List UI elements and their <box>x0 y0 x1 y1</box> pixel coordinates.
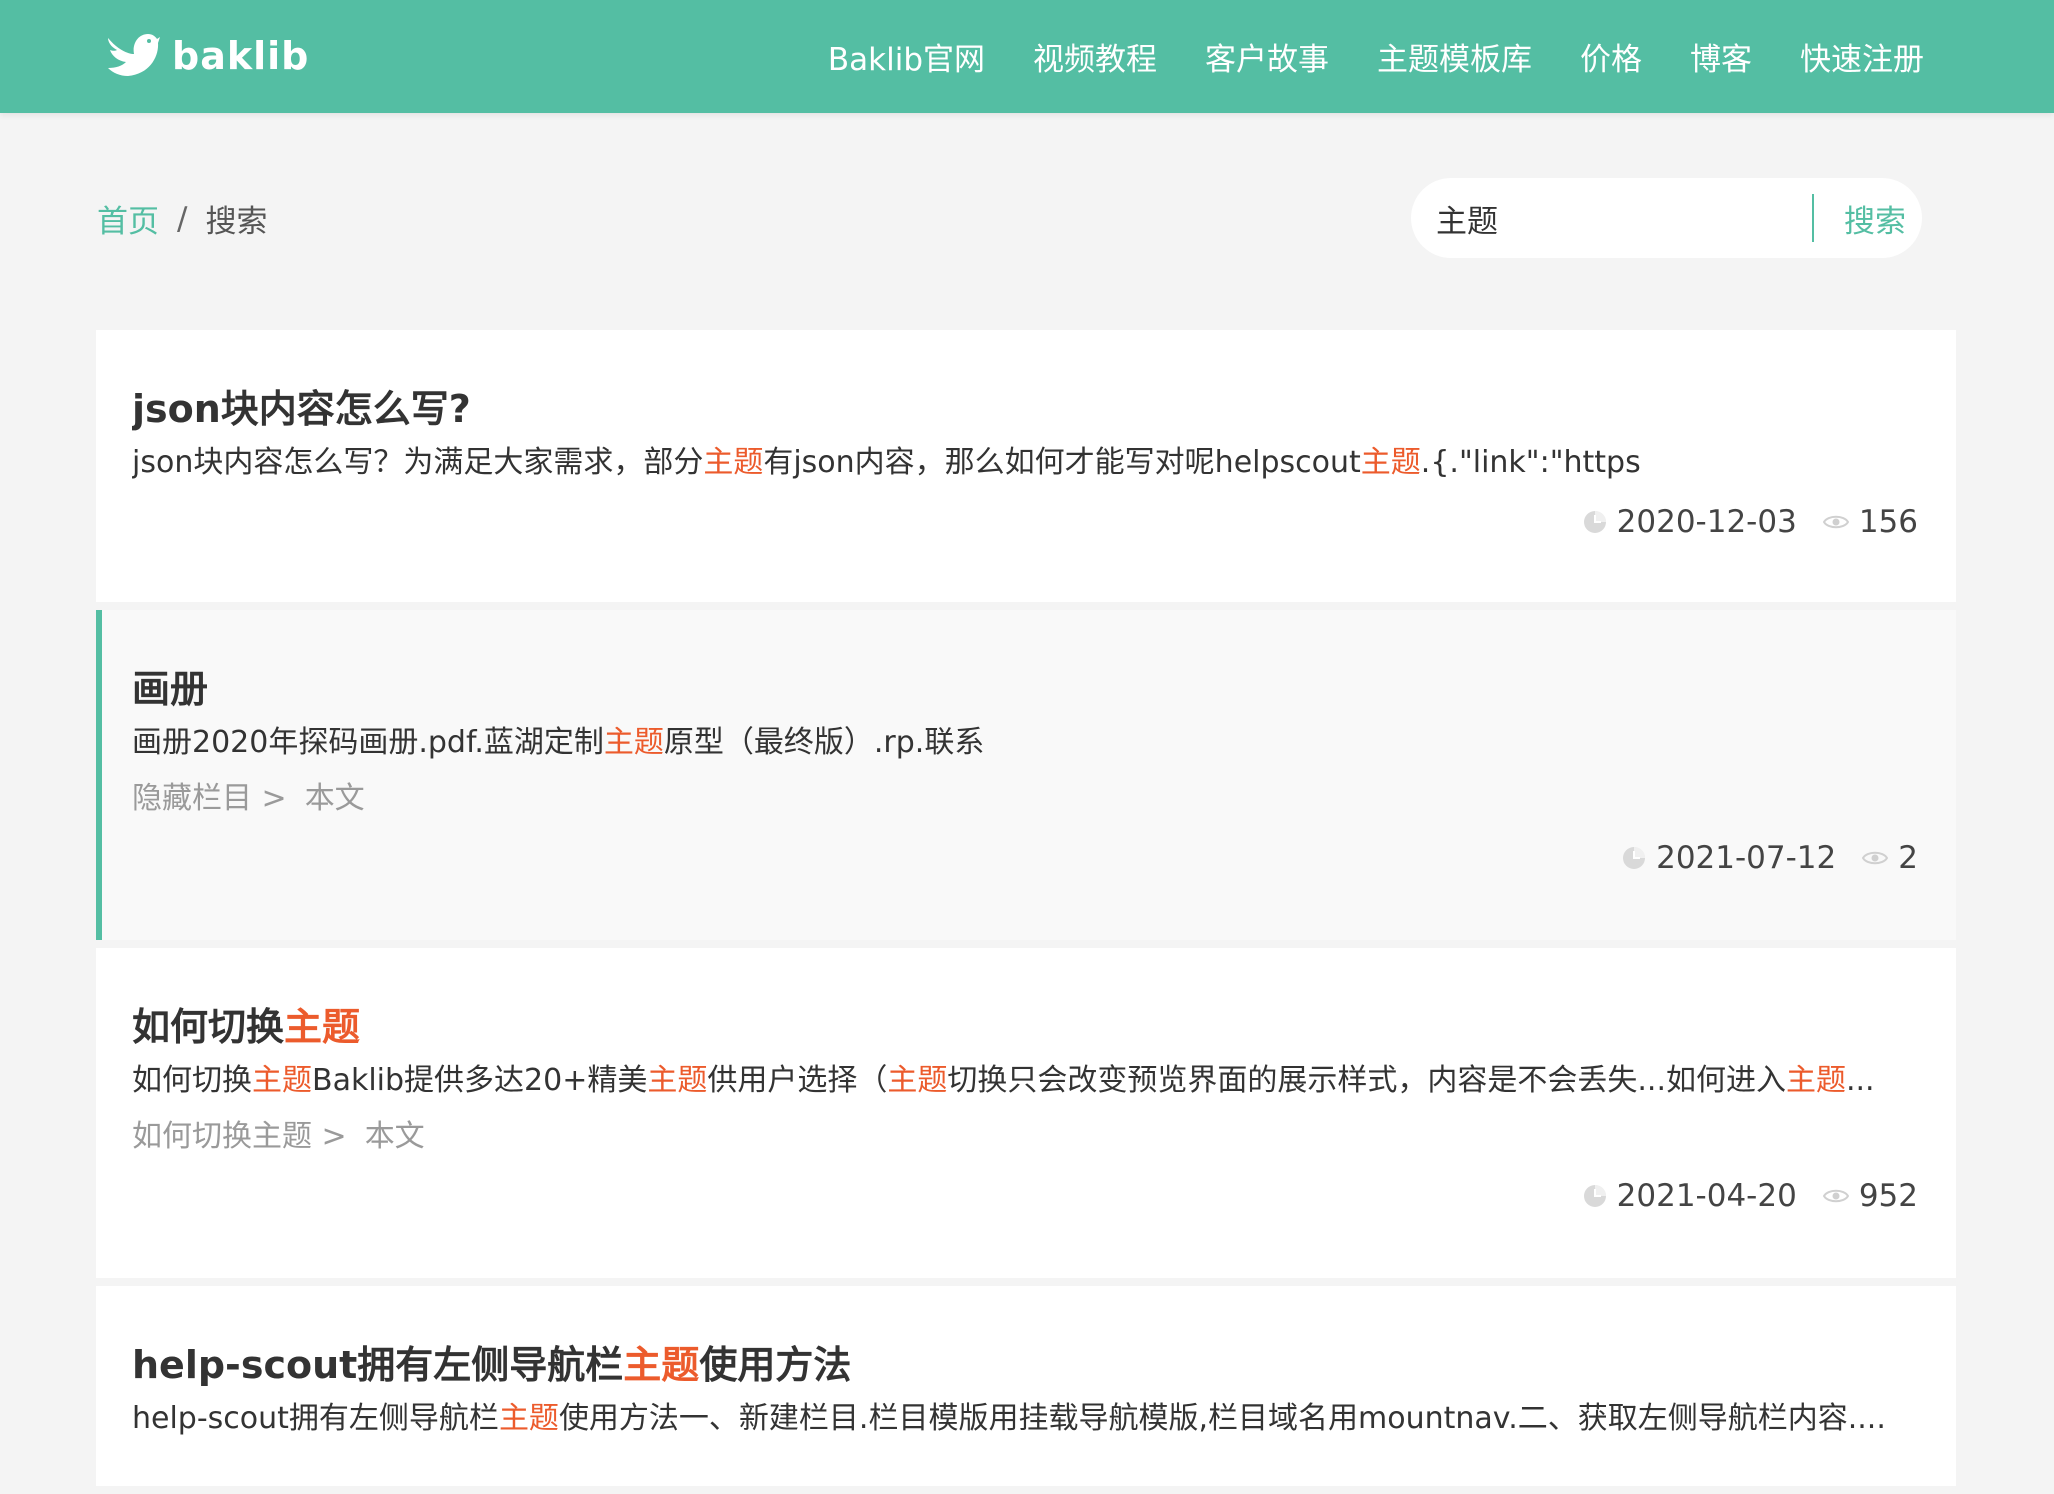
clock-icon <box>1622 846 1646 870</box>
result-excerpt: json块内容怎么写？为满足大家需求，部分主题有json内容，那么如何才能写对呢… <box>132 442 1918 484</box>
nav-item-video-tutorials[interactable]: 视频教程 <box>1033 34 1157 79</box>
result-views: 952 <box>1822 1178 1918 1214</box>
search-result-card[interactable]: help-scout拥有左侧导航栏主题使用方法 help-scout拥有左侧导航栏… <box>96 1286 1956 1486</box>
result-views-count: 156 <box>1858 504 1918 540</box>
result-title[interactable]: 如何切换主题 <box>132 948 1918 1056</box>
result-excerpt-text: 供用户选择（ <box>707 1063 888 1098</box>
highlighted-keyword: 主题 <box>603 725 664 760</box>
nav-item-customer-stories[interactable]: 客户故事 <box>1205 34 1329 79</box>
result-path: 如何切换主题 > 本文 <box>132 1116 1918 1158</box>
result-title-text: json块内容怎么写? <box>132 387 471 431</box>
result-title-text: 如何切换 <box>132 1005 285 1049</box>
result-views-count: 2 <box>1898 840 1918 876</box>
result-excerpt: help-scout拥有左侧导航栏主题使用方法一、新建栏目.栏目模版用挂载导航模… <box>132 1398 1918 1440</box>
result-excerpt-text: .{."link":"https <box>1420 445 1641 480</box>
result-excerpt-text: 使用方法一、新建栏目.栏目模版用挂载导航模版,栏目域名用mountnav.二、获… <box>558 1401 1886 1436</box>
main-nav: Baklib官网 视频教程 客户故事 主题模板库 价格 博客 快速注册 <box>828 0 1924 113</box>
result-date-text: 2021-07-12 <box>1656 840 1837 876</box>
breadcrumb-current: 搜索 <box>205 204 268 240</box>
nav-item-blog[interactable]: 博客 <box>1690 34 1752 79</box>
result-views: 156 <box>1822 504 1918 540</box>
result-title[interactable]: help-scout拥有左侧导航栏主题使用方法 <box>132 1286 1918 1394</box>
bird-logo-icon <box>104 28 160 84</box>
result-meta: 2021-04-20 952 <box>132 1168 1918 1224</box>
breadcrumb-separator: / <box>177 200 188 237</box>
result-date: 2021-04-20 <box>1583 1178 1797 1214</box>
result-meta: 2020-12-03 156 <box>132 494 1918 550</box>
highlighted-keyword: 主题 <box>1360 445 1421 480</box>
result-path: 隐藏栏目 > 本文 <box>132 778 1918 820</box>
nav-item-pricing[interactable]: 价格 <box>1580 34 1642 79</box>
result-excerpt-text: json块内容怎么写？为满足大家需求，部分 <box>132 445 704 480</box>
baklib-logo[interactable]: baklib <box>104 26 309 86</box>
highlighted-keyword: 主题 <box>623 1343 700 1387</box>
result-title[interactable]: json块内容怎么写? <box>132 330 1918 438</box>
highlighted-keyword: 主题 <box>498 1401 559 1436</box>
search-result-card[interactable]: json块内容怎么写? json块内容怎么写？为满足大家需求，部分主题有json内… <box>96 330 1956 602</box>
highlighted-keyword: 主题 <box>887 1063 948 1098</box>
result-excerpt-text: 切换只会改变预览界面的展示样式，内容是不会丢失...如何进入 <box>947 1063 1786 1098</box>
result-date: 2021-07-12 <box>1622 840 1836 876</box>
search-results-list: json块内容怎么写? json块内容怎么写？为满足大家需求，部分主题有json内… <box>96 330 1956 1494</box>
result-date-text: 2021-04-20 <box>1616 1178 1797 1214</box>
logo-text: baklib <box>172 34 310 78</box>
result-path-page[interactable]: 本文 <box>305 778 365 820</box>
result-title-text: help-scout拥有左侧导航栏 <box>132 1343 624 1387</box>
result-meta: 2021-07-12 2 <box>132 830 1918 886</box>
breadcrumb-home-link[interactable]: 首页 <box>97 196 159 241</box>
search-result-card[interactable]: 画册 画册2020年探码画册.pdf.蓝湖定制主题原型（最终版）.rp.联系 隐藏栏… <box>96 610 1956 940</box>
result-excerpt-text: Baklib提供多达20+精美 <box>312 1063 648 1098</box>
highlighted-keyword: 主题 <box>647 1063 708 1098</box>
highlighted-keyword: 主题 <box>1785 1063 1846 1098</box>
result-views-count: 952 <box>1858 1178 1918 1214</box>
result-excerpt: 画册2020年探码画册.pdf.蓝湖定制主题原型（最终版）.rp.联系 <box>132 722 1918 764</box>
result-excerpt-text: ... <box>1845 1063 1875 1098</box>
clock-icon <box>1583 1184 1607 1208</box>
result-path-parent[interactable]: 隐藏栏目 > <box>132 778 287 820</box>
nav-item-baklib-site[interactable]: Baklib官网 <box>828 34 985 79</box>
search-result-card[interactable]: 如何切换主题 如何切换主题Baklib提供多达20+精美主题供用户选择（主题切换只… <box>96 948 1956 1278</box>
result-path-parent[interactable]: 如何切换主题 > <box>132 1116 347 1158</box>
breadcrumb: 首页 / 搜索 <box>97 196 267 241</box>
search-button[interactable]: 搜索 <box>1844 196 1906 241</box>
result-date-text: 2020-12-03 <box>1616 504 1797 540</box>
clock-icon <box>1583 510 1607 534</box>
result-title[interactable]: 画册 <box>132 610 1918 718</box>
result-title-text: 使用方法 <box>699 1343 852 1387</box>
search-divider <box>1812 194 1814 242</box>
result-date: 2020-12-03 <box>1583 504 1797 540</box>
search-box: 搜索 <box>1411 178 1922 258</box>
top-navigation-bar: baklib Baklib官网 视频教程 客户故事 主题模板库 价格 博客 快速… <box>0 0 2054 113</box>
result-excerpt: 如何切换主题Baklib提供多达20+精美主题供用户选择（主题切换只会改变预览界… <box>132 1060 1918 1102</box>
search-input[interactable] <box>1436 193 1806 243</box>
result-title-text: 画册 <box>132 667 209 711</box>
result-path-page[interactable]: 本文 <box>365 1116 425 1158</box>
result-views: 2 <box>1862 840 1918 876</box>
result-excerpt-text: 画册2020年探码画册.pdf.蓝湖定制 <box>132 725 604 760</box>
highlighted-keyword: 主题 <box>284 1005 361 1049</box>
highlighted-keyword: 主题 <box>252 1063 312 1098</box>
result-excerpt-text: 如何切换 <box>132 1063 252 1098</box>
eye-icon <box>1862 849 1889 867</box>
eye-icon <box>1822 1187 1849 1205</box>
highlighted-keyword: 主题 <box>703 445 764 480</box>
nav-item-theme-templates[interactable]: 主题模板库 <box>1377 34 1532 79</box>
result-excerpt-text: help-scout拥有左侧导航栏 <box>132 1401 499 1436</box>
result-excerpt-text: 原型（最终版）.rp.联系 <box>663 725 985 760</box>
nav-item-quick-signup[interactable]: 快速注册 <box>1800 34 1924 79</box>
eye-icon <box>1822 513 1849 531</box>
result-excerpt-text: 有json内容，那么如何才能写对呢helpscout <box>763 445 1361 480</box>
